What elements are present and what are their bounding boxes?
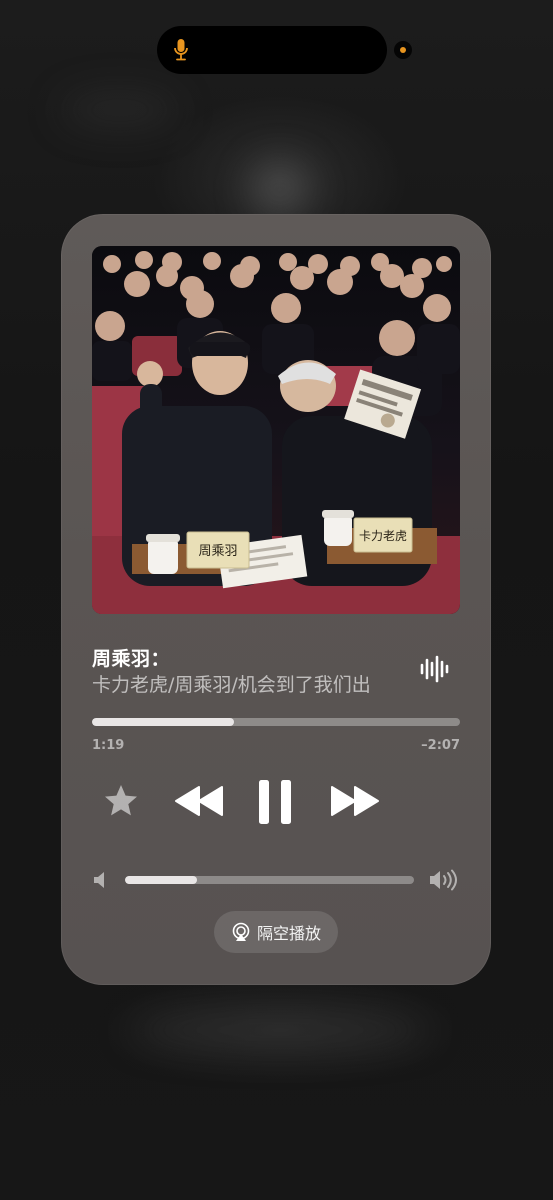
background-blur (130, 1010, 430, 1050)
rewind-icon (175, 786, 223, 816)
volume-level-fill (125, 876, 198, 884)
microphone-icon (174, 39, 188, 61)
camera-indicator (394, 41, 412, 59)
now-playing-card: 周乘羽 卡力老虎 周乘羽： 卡力老虎/周乘羽/机会到了我们出 1:19 –2:0… (61, 214, 491, 985)
elapsed-time: 1:19 (92, 738, 125, 753)
album-artwork[interactable]: 周乘羽 卡力老虎 (92, 246, 460, 614)
star-button[interactable] (103, 783, 139, 819)
name-card-text: 周乘羽 (198, 544, 237, 559)
playback-scrubber[interactable] (92, 718, 460, 726)
lock-screen: 周乘羽 卡力老虎 周乘羽： 卡力老虎/周乘羽/机会到了我们出 1:19 –2:0… (0, 0, 553, 1200)
pause-icon (259, 780, 291, 824)
pause-button[interactable] (257, 778, 293, 826)
airplay-button[interactable]: 隔空播放 (214, 911, 338, 953)
airplay-icon (232, 922, 250, 941)
airplay-label: 隔空播放 (256, 924, 321, 943)
waveform-icon[interactable] (419, 654, 449, 684)
background-blur (250, 160, 310, 220)
playback-progress-fill (92, 718, 234, 726)
background-blur (60, 90, 180, 130)
volume-slider[interactable] (125, 876, 414, 884)
track-subtitle: 卡力老虎/周乘羽/机会到了我们出 (92, 674, 371, 696)
speaker-low-icon (94, 872, 104, 888)
speaker-high-icon (430, 869, 457, 891)
remaining-time: –2:07 (421, 738, 460, 753)
fast-forward-button[interactable] (329, 784, 381, 818)
track-title: 周乘羽： (92, 648, 171, 670)
star-icon (105, 785, 137, 816)
rewind-button[interactable] (173, 784, 225, 818)
dynamic-island[interactable] (157, 26, 387, 74)
artwork-illustration: 周乘羽 卡力老虎 (92, 246, 460, 614)
name-card-text: 卡力老虎 (359, 529, 407, 543)
fast-forward-icon (331, 786, 379, 816)
